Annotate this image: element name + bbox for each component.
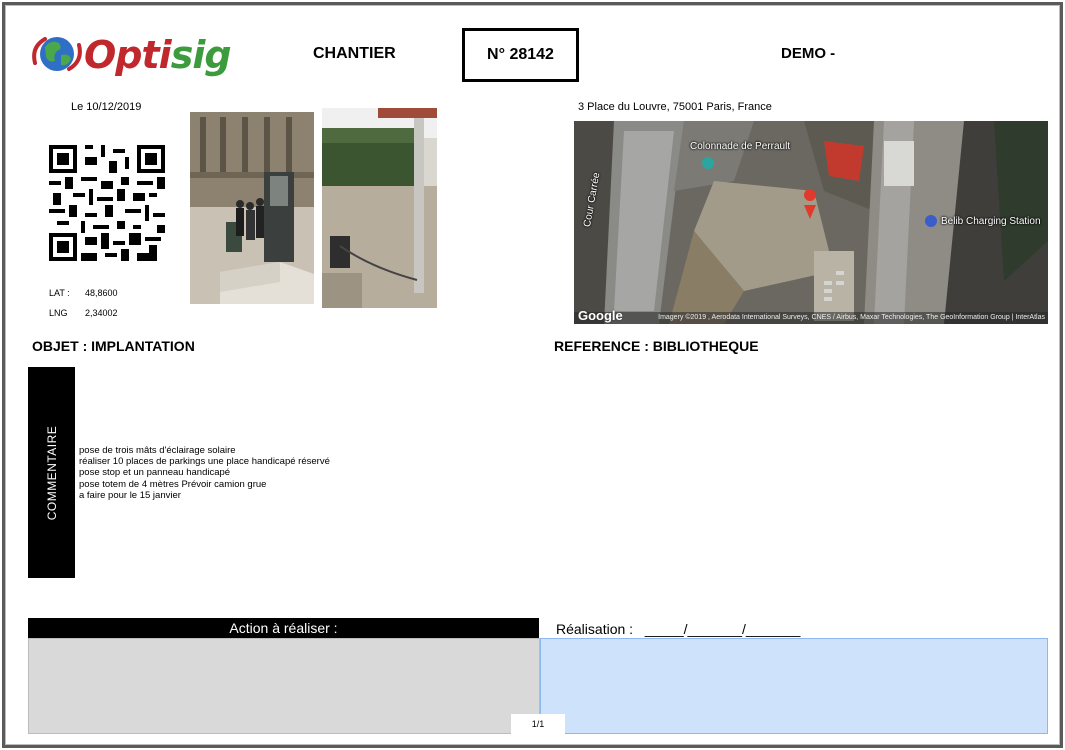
optisig-logo: Optisig <box>29 27 232 83</box>
comment-sidebar: COMMENTAIRE <box>28 367 75 578</box>
globe-icon <box>32 37 82 71</box>
logo-text: Optisig <box>84 31 232 79</box>
map-label-belib: Belib Charging Station <box>941 216 1041 227</box>
document-date: Le 10/12/2019 <box>71 101 142 113</box>
comment-line: pose de trois mâts d'éclairage solaire <box>79 445 236 456</box>
realisation-label: Réalisation : <box>556 621 634 637</box>
site-photo-2 <box>322 108 437 308</box>
map-copyright: Imagery ©2019 , Aerodata International S… <box>574 312 1048 324</box>
realisation-date-blank: _____/_______/_______ <box>644 621 801 637</box>
longitude-label: LNG <box>49 308 68 318</box>
reference-heading: REFERENCE : BIBLIOTHEQUE <box>554 338 759 354</box>
realisation-field: Réalisation : _____/_______/_______ <box>556 621 800 637</box>
document-page: Optisig CHANTIER N° 28142 DEMO - Le 10/1… <box>2 2 1063 748</box>
comment-label: COMMENTAIRE <box>44 425 59 520</box>
comment-text: pose de trois mâts d'éclairage solaire r… <box>79 445 330 501</box>
logo-sig: sig <box>170 33 232 77</box>
google-logo: Google <box>578 308 623 323</box>
action-input-area[interactable] <box>28 638 540 734</box>
map-label-colonnade: Colonnade de Perrault <box>690 141 791 152</box>
comment-line: pose totem de 4 mètres Prévoir camion gr… <box>79 478 267 490</box>
satellite-map[interactable]: Colonnade de Perrault Cour Carrée Belib … <box>574 121 1048 324</box>
chantier-number: N° 28142 <box>462 28 579 82</box>
comment-line: a faire pour le 15 janvier <box>79 489 181 501</box>
logo-opti: Opti <box>84 33 172 77</box>
page-number: 1/1 <box>511 714 565 734</box>
action-heading: Action à réaliser : <box>28 618 539 638</box>
realisation-input-area[interactable] <box>540 638 1048 734</box>
site-address: 3 Place du Louvre, 75001 Paris, France <box>578 101 772 113</box>
site-photo-1 <box>190 112 314 304</box>
comment-line: pose stop et un panneau handicapé <box>79 467 231 479</box>
chantier-number-text: N° 28142 <box>487 46 554 63</box>
longitude-value: 2,34002 <box>85 308 118 318</box>
client-name: DEMO - <box>781 45 836 62</box>
qr-code <box>49 145 165 261</box>
chantier-label: CHANTIER <box>313 45 396 62</box>
comment-line: réaliser 10 places de parkings une place… <box>79 456 330 468</box>
latitude-value: 48,8600 <box>85 288 118 298</box>
latitude-label: LAT : <box>49 288 70 298</box>
objet-heading: OBJET : IMPLANTATION <box>32 338 195 354</box>
